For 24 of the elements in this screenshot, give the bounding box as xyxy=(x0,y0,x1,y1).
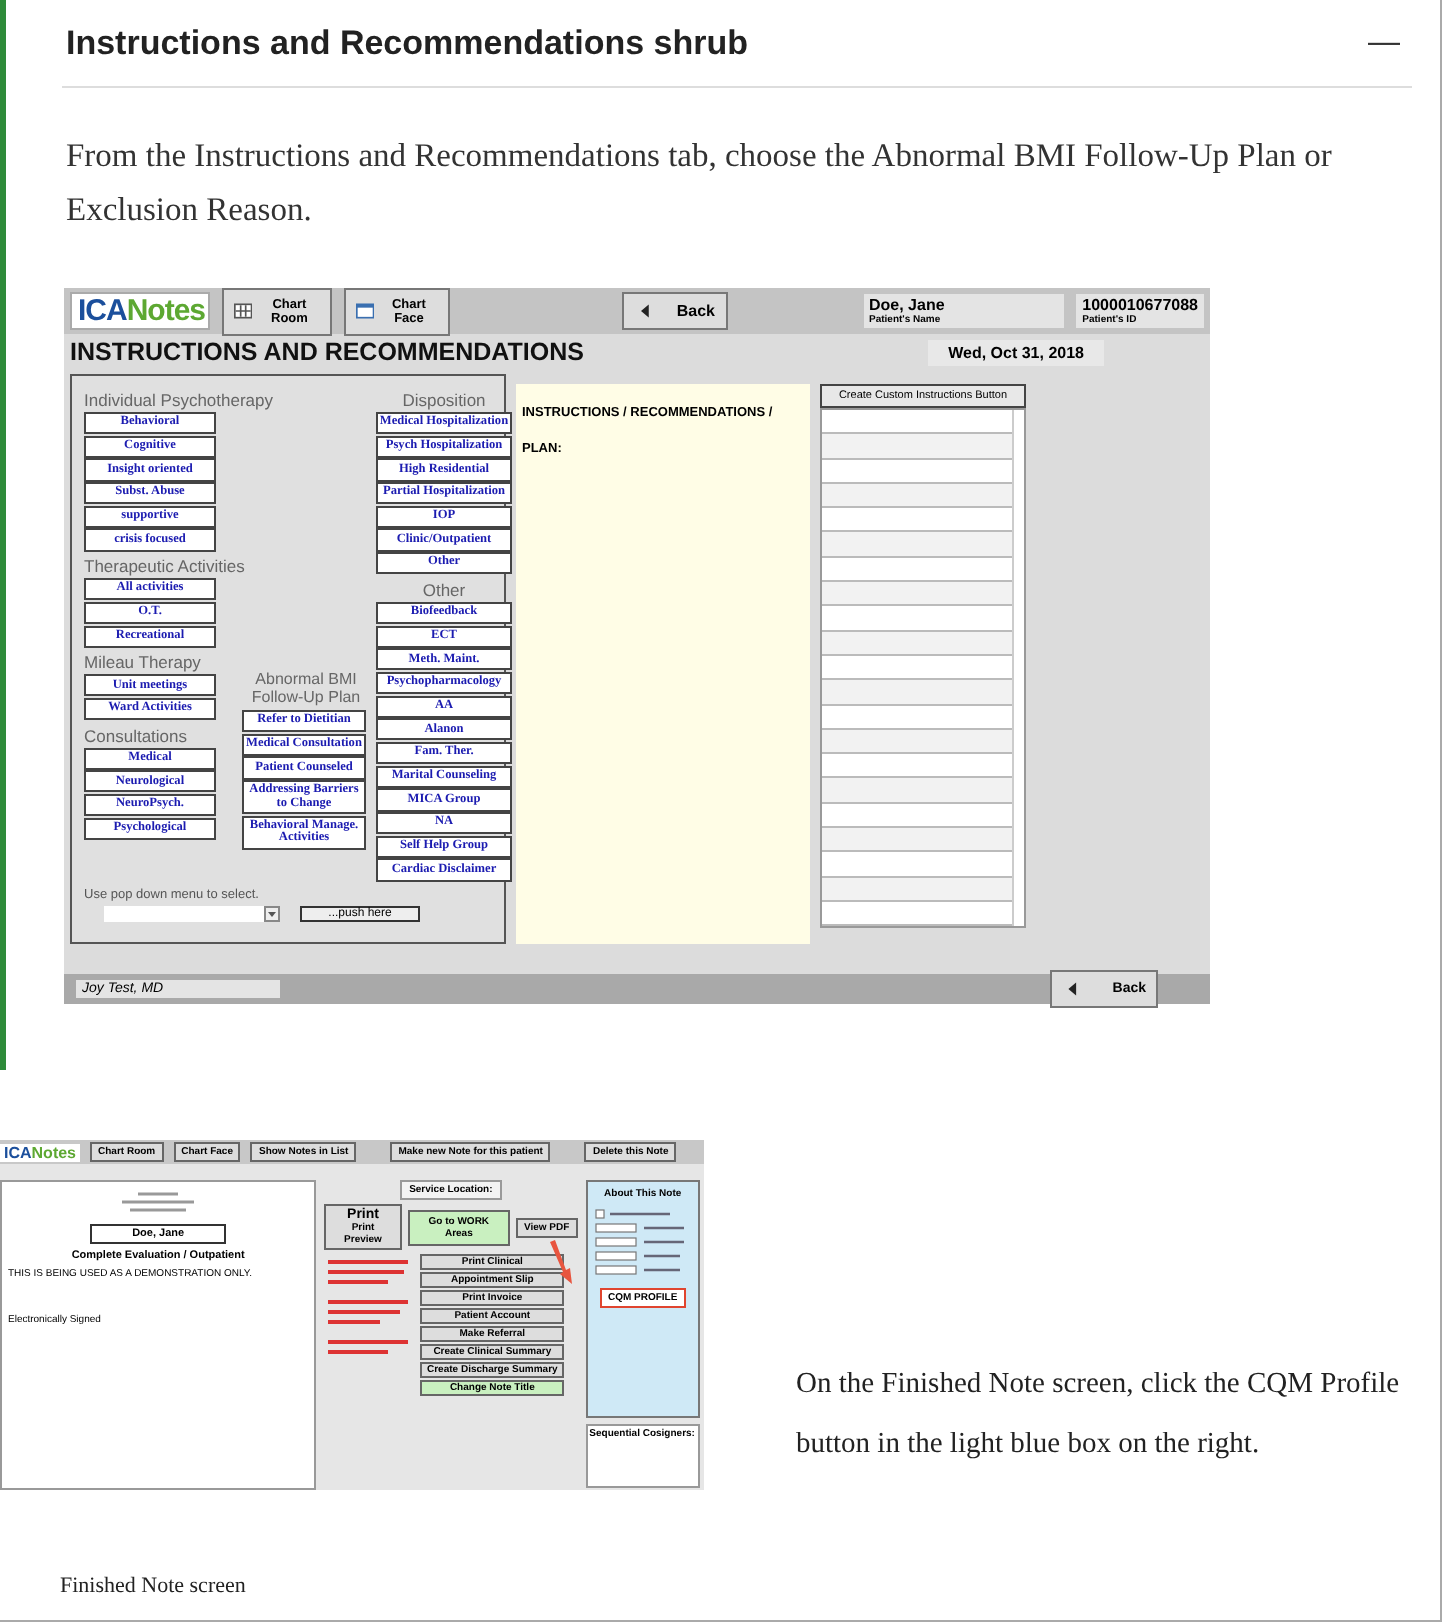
section-title: Instructions and Recommendations shrub xyxy=(66,23,748,63)
group-heading: Consultations xyxy=(84,725,188,746)
dropdown[interactable] xyxy=(104,906,280,923)
app-logo: ICANotes xyxy=(0,1143,81,1161)
grid-icon xyxy=(234,302,253,320)
group-heading: Other xyxy=(422,579,466,600)
back-button[interactable]: Back xyxy=(621,292,727,330)
collapse-toggle[interactable]: — xyxy=(1368,25,1412,61)
instruction-paragraph: On the Finished Note screen, click the CQM Profile button in the light blue box on the right. xyxy=(796,1366,1402,1464)
window-icon xyxy=(356,302,375,320)
screen-title: INSTRUCTIONS AND RECOMMENDATIONS xyxy=(70,338,584,366)
dropdown-arrow-icon xyxy=(264,906,280,923)
group-heading: Individual Psychotherapy xyxy=(84,390,274,410)
patient-name: Doe, Jane xyxy=(869,296,947,314)
pointer-arrow xyxy=(548,1240,576,1284)
date-display: Wed, Oct 31, 2018 xyxy=(928,339,1104,365)
group-heading: Disposition xyxy=(402,390,486,410)
group-heading: Abnormal BMI Follow-Up Plan xyxy=(249,670,363,706)
group-heading: Mileau Therapy xyxy=(84,652,201,673)
group-heading: Therapeutic Activities xyxy=(84,556,245,577)
app-logo: ICANotes xyxy=(70,292,210,330)
intro-paragraph: From the Instructions and Recommendations tab, choose the Abnormal BMI Follow-Up Plan or Exclusion Reason. xyxy=(66,134,1334,232)
image-caption: Finished Note screen xyxy=(60,1574,248,1598)
patient-id: 1000010677088 xyxy=(1082,296,1198,314)
